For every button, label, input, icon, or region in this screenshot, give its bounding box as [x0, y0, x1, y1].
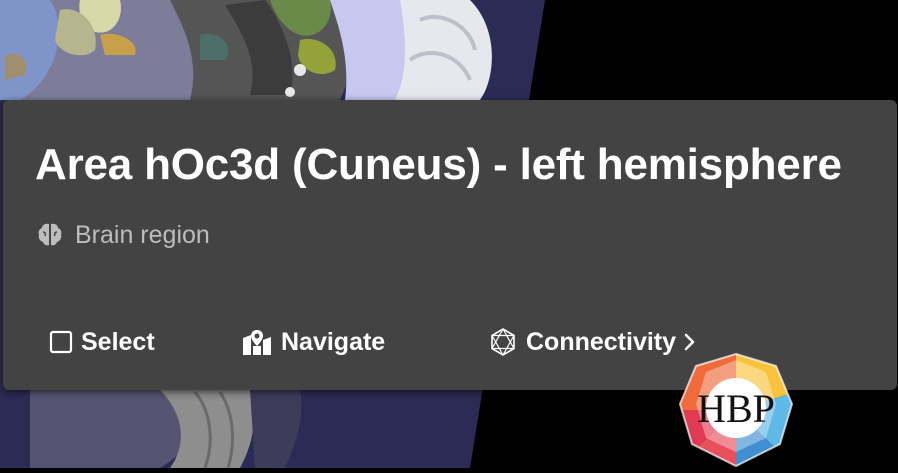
- region-type: Brain region: [35, 220, 210, 250]
- select-button[interactable]: Select: [49, 320, 155, 364]
- region-title: Area hOc3d (Cuneus) - left hemisphere: [35, 140, 842, 189]
- region-type-label: Brain region: [75, 220, 210, 249]
- connectivity-label: Connectivity: [526, 327, 677, 356]
- navigate-label: Navigate: [281, 327, 386, 356]
- hbp-logo-letters: HBP: [697, 386, 775, 431]
- chevron-right-icon: [684, 333, 696, 351]
- checkbox-icon: [49, 330, 73, 354]
- brain-icon: [35, 220, 65, 250]
- navigate-button[interactable]: Navigate: [241, 320, 385, 364]
- select-label: Select: [81, 327, 155, 356]
- map-marker-icon: [241, 328, 273, 356]
- hbp-logo-icon[interactable]: HBP: [676, 352, 796, 468]
- connectivity-button[interactable]: Connectivity: [488, 320, 696, 364]
- connectivity-icon: [488, 327, 518, 357]
- region-detail-card: Area hOc3d (Cuneus) - left hemisphere Br…: [3, 100, 897, 390]
